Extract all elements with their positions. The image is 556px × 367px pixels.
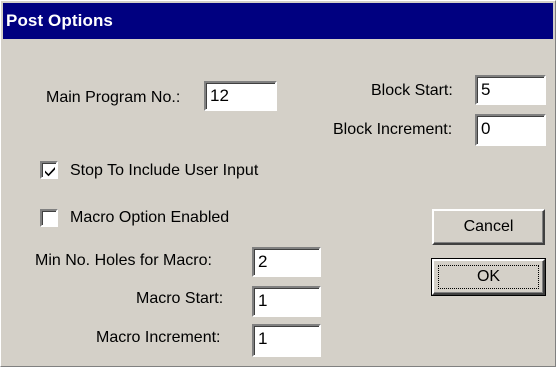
block-increment-input[interactable]: 0 [475,114,546,146]
block-increment-label: Block Increment: [333,121,453,138]
block-start-input[interactable]: 5 [475,75,546,105]
stop-user-input-label[interactable]: Stop To Include User Input [70,161,258,181]
min-holes-input[interactable]: 2 [252,247,321,277]
post-options-dialog: Post Options Main Program No.: 12 Block … [0,0,556,367]
main-program-label: Main Program No.: [46,89,181,106]
focus-indicator [438,265,539,289]
block-start-label: Block Start: [371,82,453,99]
macro-option-label[interactable]: Macro Option Enabled [70,208,229,228]
checkmark-icon [45,167,55,177]
cancel-button[interactable]: Cancel [432,209,545,245]
macro-start-input[interactable]: 1 [252,286,321,317]
macro-increment-input[interactable]: 1 [252,324,321,357]
macro-option-checkbox[interactable] [40,209,58,227]
dialog-title: Post Options [3,3,553,39]
stop-user-input-checkbox[interactable] [40,161,58,179]
min-holes-label: Min No. Holes for Macro: [35,252,212,269]
ok-button[interactable]: OK [431,258,546,296]
macro-increment-label: Macro Increment: [96,329,221,346]
main-program-input[interactable]: 12 [204,81,277,111]
macro-start-label: Macro Start: [136,290,224,307]
